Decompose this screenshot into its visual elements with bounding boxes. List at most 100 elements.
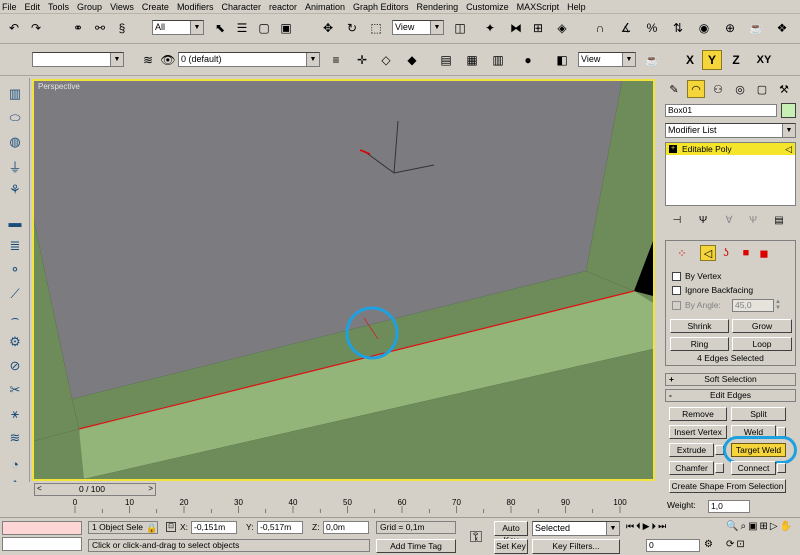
time-prev-icon[interactable]: < <box>37 484 42 493</box>
layer-dropdown[interactable]: 0 (default) ▼ <box>178 52 320 67</box>
x-coordinate[interactable]: -0,151m <box>191 521 237 534</box>
create-layer-icon[interactable]: ≡ <box>326 50 346 70</box>
light-icon[interactable]: ⚘ <box>5 180 25 200</box>
cone-icon[interactable]: ⏚ <box>5 156 25 176</box>
paint-icon[interactable]: ⟋ <box>5 284 25 304</box>
zoom-all-icon[interactable]: ⌕ <box>740 521 746 537</box>
maxscript-listener-mini[interactable] <box>2 521 82 535</box>
orbit-icon[interactable]: ⟳ <box>726 539 734 555</box>
go-to-start-icon[interactable]: ⏮ <box>626 521 634 536</box>
coord-system-dropdown[interactable]: View ▼ <box>392 20 444 35</box>
timeline-ruler[interactable]: 0 10 20 30 40 50 60 70 80 90 100 <box>70 497 630 514</box>
ignore-backfacing-checkbox[interactable]: Ignore Backfacing <box>672 285 753 295</box>
undo-icon[interactable]: ↶ <box>4 18 24 38</box>
redo-icon[interactable]: ↷ <box>26 18 46 38</box>
vertex-mode-icon[interactable]: ⁘ <box>674 245 690 261</box>
by-angle-spinner[interactable]: ▲ ▼ <box>775 299 783 312</box>
loop-button[interactable]: Loop <box>732 337 792 351</box>
menu-item-edit[interactable]: Edit <box>25 2 41 12</box>
display-icon[interactable]: ⚹ <box>5 404 25 424</box>
previous-frame-icon[interactable]: ⏴ <box>636 521 641 536</box>
create-tab-icon[interactable]: ✎ <box>665 80 683 98</box>
schematic-view-icon[interactable]: ▦ <box>462 50 482 70</box>
unlink-icon[interactable]: ⚯ <box>90 18 110 38</box>
percent-snap-icon[interactable]: % <box>642 18 662 38</box>
play-icon[interactable]: ▶ <box>643 521 650 536</box>
chamfer-settings-icon[interactable] <box>715 463 724 473</box>
rotate-icon[interactable]: ↻ <box>342 18 362 38</box>
sphere-icon[interactable]: ◍ <box>5 132 25 152</box>
y-coordinate[interactable]: -0,517m <box>257 521 303 534</box>
modifier-list-dropdown[interactable]: Modifier List ▼ <box>665 123 796 138</box>
select-by-name-icon[interactable]: ☰ <box>232 18 252 38</box>
xy-icon[interactable]: ⊕ <box>720 18 740 38</box>
hierarchy-tab-icon[interactable]: ⚇ <box>709 80 727 98</box>
pin-stack-icon[interactable]: ⊣ <box>669 212 685 228</box>
helper-icon[interactable]: ≣ <box>5 236 25 256</box>
grow-button[interactable]: Grow <box>732 319 792 333</box>
menu-item-graph-editors[interactable]: Graph Editors <box>353 2 409 12</box>
menu-item-file[interactable]: File <box>2 2 17 12</box>
time-slider[interactable]: < 0 / 100 > <box>34 483 156 496</box>
by-vertex-checkbox[interactable]: By Vertex <box>672 271 721 281</box>
layer-manager-icon[interactable]: ◈ <box>552 18 572 38</box>
track-bar-icon[interactable] <box>0 497 30 514</box>
weight-field[interactable]: 1,0 <box>708 500 750 513</box>
maximize-viewport-icon[interactable]: ⊡ <box>736 539 744 555</box>
axis-z-button[interactable]: Z <box>726 50 746 70</box>
select-link-icon[interactable]: ⚭ <box>68 18 88 38</box>
by-angle-value[interactable]: 45,0 <box>732 299 774 312</box>
layers-icon[interactable]: ≋ <box>138 50 158 70</box>
view-dropdown[interactable]: View ▼ <box>578 52 636 67</box>
wave-icon[interactable]: ≋ <box>5 428 25 448</box>
menu-item-customize[interactable]: Customize <box>466 2 509 12</box>
menu-item-group[interactable]: Group <box>77 2 102 12</box>
polygon-mode-icon[interactable]: ■ <box>738 245 754 261</box>
select-layer-icon[interactable]: ◇ <box>376 50 396 70</box>
camera-icon[interactable]: ▬ <box>5 212 25 232</box>
loft-icon[interactable]: ⌢ <box>5 308 25 328</box>
window-crossing-icon[interactable]: ▣ <box>276 18 296 38</box>
viewport-label[interactable]: Perspective <box>38 82 80 91</box>
make-unique-icon[interactable]: ∀ <box>721 212 737 228</box>
remove-button[interactable]: Remove <box>669 407 727 421</box>
auto-key-button[interactable]: Auto Key <box>494 521 528 545</box>
connect-button[interactable]: Connect <box>731 461 776 475</box>
modify-tab-icon[interactable]: ◠ <box>687 80 705 98</box>
fov-icon[interactable]: ▷ <box>770 521 778 537</box>
edge-mode-icon[interactable]: ◁ <box>700 245 716 261</box>
menu-item-reactor[interactable]: reactor <box>269 2 297 12</box>
object-name-field[interactable]: Box01 <box>665 104 777 117</box>
shrink-button[interactable]: Shrink <box>670 319 729 333</box>
lock-icon[interactable]: 🔒 <box>146 523 157 534</box>
select-icon[interactable]: ⬉ <box>210 18 230 38</box>
stack-item-editable-poly[interactable]: + Editable Poly ◁ <box>666 143 795 155</box>
cylinder-icon[interactable]: ⬭ <box>5 108 25 128</box>
particle-icon[interactable]: ◔ <box>5 454 25 474</box>
edit-edges-rollout[interactable]: - Edit Edges <box>665 389 796 402</box>
insert-vertex-button[interactable]: Insert Vertex <box>669 425 727 439</box>
zoom-extents-all-icon[interactable]: ⊞ <box>760 521 768 537</box>
bind-spacewarp-icon[interactable]: § <box>112 18 132 38</box>
menu-item-animation[interactable]: Animation <box>305 2 345 12</box>
go-to-end-icon[interactable]: ⏭ <box>658 521 666 536</box>
key-filters-button[interactable]: Key Filters... <box>532 539 620 554</box>
snap-icon[interactable]: ∩ <box>590 18 610 38</box>
motion-icon[interactable]: ⊘ <box>5 356 25 376</box>
named-selection-dropdown[interactable]: ▼ <box>32 52 124 67</box>
absolute-mode-icon[interactable]: ⊡ <box>166 522 176 532</box>
remove-modifier-icon[interactable]: Ѱ <box>745 212 761 228</box>
pivot-icon[interactable]: ◫ <box>450 18 470 38</box>
menu-item-help[interactable]: Help <box>567 2 586 12</box>
show-end-result-icon[interactable]: Ψ <box>695 212 711 228</box>
expand-plus-icon[interactable]: + <box>669 145 677 153</box>
move-icon[interactable]: ✥ <box>318 18 338 38</box>
utilities-tab-icon[interactable]: ⚒ <box>775 80 793 98</box>
key-icon[interactable]: ⚿ <box>462 524 490 552</box>
create-shape-button[interactable]: Create Shape From Selection <box>669 479 786 493</box>
material-icon[interactable]: ● <box>518 50 538 70</box>
menu-item-create[interactable]: Create <box>142 2 169 12</box>
mirror-icon[interactable]: ⧓ <box>506 18 526 38</box>
border-mode-icon[interactable]: ʖ <box>718 245 734 261</box>
teapot-icon[interactable]: ☕ <box>642 50 662 70</box>
